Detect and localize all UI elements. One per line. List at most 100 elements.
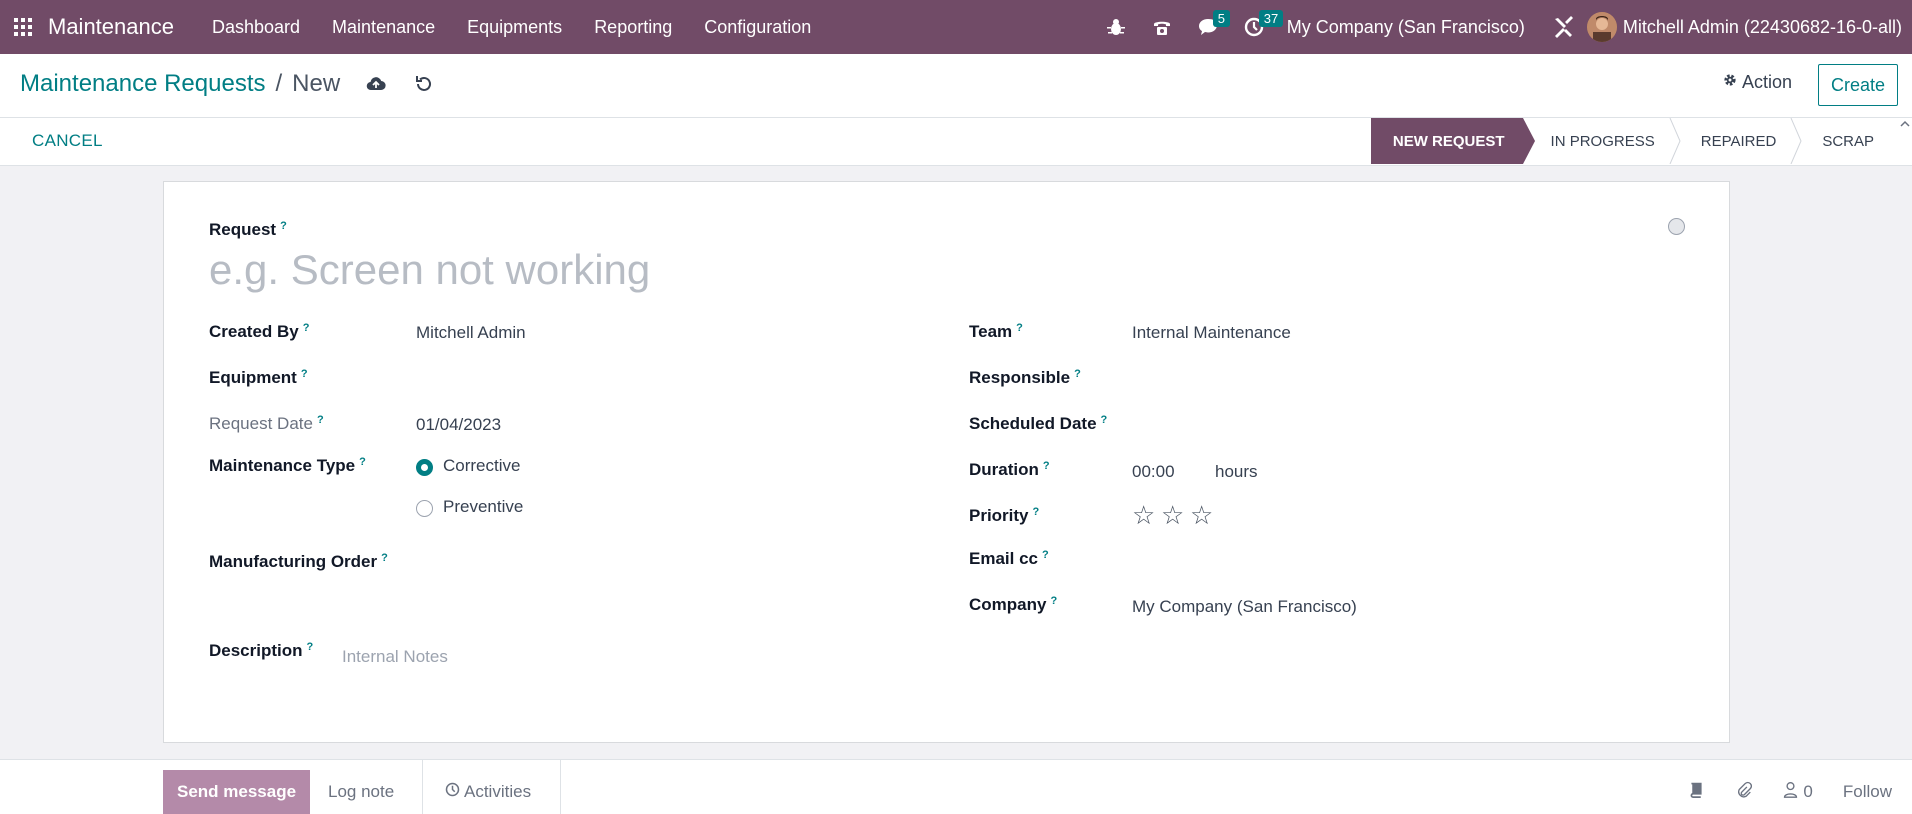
stage-in-progress-label: IN PROGRESS — [1550, 132, 1655, 150]
help-tooltip-icon[interactable]: ? — [1042, 549, 1049, 561]
radio-corrective[interactable] — [416, 459, 433, 476]
scheduled-date-field[interactable] — [1132, 414, 1532, 436]
team-field[interactable]: Internal Maintenance — [1132, 323, 1291, 343]
help-tooltip-icon[interactable]: ? — [1050, 595, 1057, 607]
created-by-label-text: Created By — [209, 322, 299, 341]
help-tooltip-icon[interactable]: ? — [317, 414, 324, 426]
radio-corrective-label[interactable]: Corrective — [443, 456, 520, 476]
company-switcher[interactable]: My Company (San Francisco) — [1277, 17, 1541, 38]
company-label: Company? — [969, 595, 1057, 615]
paperclip-icon[interactable] — [1735, 781, 1753, 803]
maintenance-type-label-text: Maintenance Type — [209, 456, 356, 475]
priority-label-text: Priority — [969, 506, 1029, 525]
follow-button[interactable]: Follow — [1843, 782, 1892, 802]
responsible-label-text: Responsible — [969, 368, 1071, 387]
help-tooltip-icon[interactable]: ? — [359, 456, 366, 468]
tools-icon[interactable] — [1541, 0, 1587, 54]
log-note-button[interactable]: Log note — [328, 770, 394, 814]
company-field[interactable]: My Company (San Francisco) — [1132, 597, 1357, 617]
menu-equipments[interactable]: Equipments — [451, 0, 578, 54]
team-label: Team? — [969, 322, 1023, 342]
responsible-field[interactable] — [1132, 368, 1532, 390]
help-tooltip-icon[interactable]: ? — [1016, 322, 1023, 334]
kanban-state-indicator[interactable] — [1668, 218, 1685, 235]
email-cc-field[interactable] — [1132, 549, 1532, 571]
stage-in-progress[interactable]: IN PROGRESS — [1523, 118, 1681, 164]
action-button[interactable]: Action — [1722, 72, 1792, 93]
activities-button[interactable]: Activities — [445, 770, 531, 814]
activities-badge: 37 — [1258, 10, 1284, 27]
equipment-field[interactable] — [416, 368, 816, 390]
help-tooltip-icon[interactable]: ? — [307, 641, 314, 653]
followers-count: 0 — [1803, 782, 1813, 801]
discard-undo-icon[interactable] — [414, 74, 434, 94]
duration-unit: hours — [1215, 462, 1258, 481]
control-panel: Maintenance Requests / New Action Create — [0, 54, 1912, 118]
chat-icon[interactable]: 5 — [1185, 0, 1231, 54]
scrollbar[interactable] — [1898, 118, 1912, 148]
help-tooltip-icon[interactable]: ? — [280, 220, 287, 232]
divider — [560, 760, 561, 814]
breadcrumb: Maintenance Requests / New — [20, 70, 434, 98]
request-date-field: 01/04/2023 — [416, 415, 502, 434]
breadcrumb-parent[interactable]: Maintenance Requests — [20, 70, 265, 98]
divider — [422, 760, 423, 814]
responsible-label: Responsible? — [969, 368, 1081, 388]
description-field[interactable]: Internal Notes — [342, 647, 448, 667]
maintenance-type-label: Maintenance Type? — [209, 456, 366, 476]
menu-maintenance[interactable]: Maintenance — [316, 0, 451, 54]
top-navbar: Maintenance Dashboard Maintenance Equipm… — [0, 0, 1912, 54]
help-tooltip-icon[interactable]: ? — [301, 368, 308, 380]
action-label: Action — [1741, 72, 1792, 92]
help-tooltip-icon[interactable]: ? — [381, 552, 388, 564]
stage-scrap[interactable]: SCRAP — [1794, 118, 1892, 164]
help-tooltip-icon[interactable]: ? — [1043, 460, 1050, 472]
menu-dashboard[interactable]: Dashboard — [196, 0, 316, 54]
chatter-bar: Send message Log note Activities 0 Follo… — [0, 759, 1912, 814]
priority-star-icon[interactable]: ☆ — [1132, 502, 1155, 528]
create-button[interactable]: Create — [1817, 64, 1898, 106]
bug-icon[interactable] — [1093, 0, 1139, 54]
email-cc-label-text: Email cc — [969, 549, 1038, 568]
stage-repaired[interactable]: REPAIRED — [1673, 118, 1802, 164]
phone-icon[interactable] — [1139, 0, 1185, 54]
user-menu[interactable]: Mitchell Admin (22430682-16-0-all) — [1586, 12, 1912, 42]
menu-configuration[interactable]: Configuration — [688, 0, 827, 54]
help-tooltip-icon[interactable]: ? — [1074, 368, 1081, 380]
created-by-field[interactable]: Mitchell Admin — [416, 323, 526, 343]
activities-label: Activities — [464, 782, 532, 801]
clock-icon[interactable]: 37 — [1231, 0, 1284, 54]
save-cloud-icon[interactable] — [366, 74, 386, 94]
help-tooltip-icon[interactable]: ? — [1101, 414, 1108, 426]
stage-pipeline: NEW REQUEST IN PROGRESS REPAIRED SCRAP — [1370, 118, 1892, 164]
stage-repaired-label: REPAIRED — [1700, 132, 1777, 150]
priority-star-icon[interactable]: ☆ — [1161, 502, 1184, 528]
team-label-text: Team — [969, 322, 1013, 341]
duration-field[interactable]: 00:00 — [1132, 462, 1175, 482]
scheduled-date-label: Scheduled Date? — [969, 414, 1107, 434]
description-label: Description? — [209, 641, 313, 661]
request-input[interactable]: e.g. Screen not working — [209, 246, 650, 294]
manufacturing-order-field[interactable] — [416, 552, 816, 574]
priority-label: Priority? — [969, 506, 1039, 526]
menu-reporting[interactable]: Reporting — [578, 0, 688, 54]
equipment-label: Equipment? — [209, 368, 308, 388]
app-name[interactable]: Maintenance — [48, 14, 174, 40]
clock-icon — [445, 782, 460, 802]
cancel-button[interactable]: CANCEL — [32, 131, 103, 151]
equipment-label-text: Equipment — [209, 368, 297, 387]
user-name: Mitchell Admin (22430682-16-0-all) — [1622, 16, 1902, 37]
user-icon — [1782, 781, 1799, 803]
avatar — [1586, 12, 1617, 42]
gear-icon — [1722, 72, 1738, 93]
book-icon[interactable] — [1688, 781, 1705, 803]
help-tooltip-icon[interactable]: ? — [1033, 506, 1040, 518]
apps-grid-icon[interactable] — [0, 0, 46, 54]
help-tooltip-icon[interactable]: ? — [303, 322, 310, 334]
send-message-button[interactable]: Send message — [163, 770, 311, 814]
stage-new-request[interactable]: NEW REQUEST — [1370, 118, 1535, 164]
priority-star-icon[interactable]: ☆ — [1190, 502, 1213, 528]
radio-preventive-label[interactable]: Preventive — [443, 497, 523, 517]
radio-preventive[interactable] — [416, 500, 433, 517]
followers-button[interactable]: 0 — [1782, 781, 1813, 803]
